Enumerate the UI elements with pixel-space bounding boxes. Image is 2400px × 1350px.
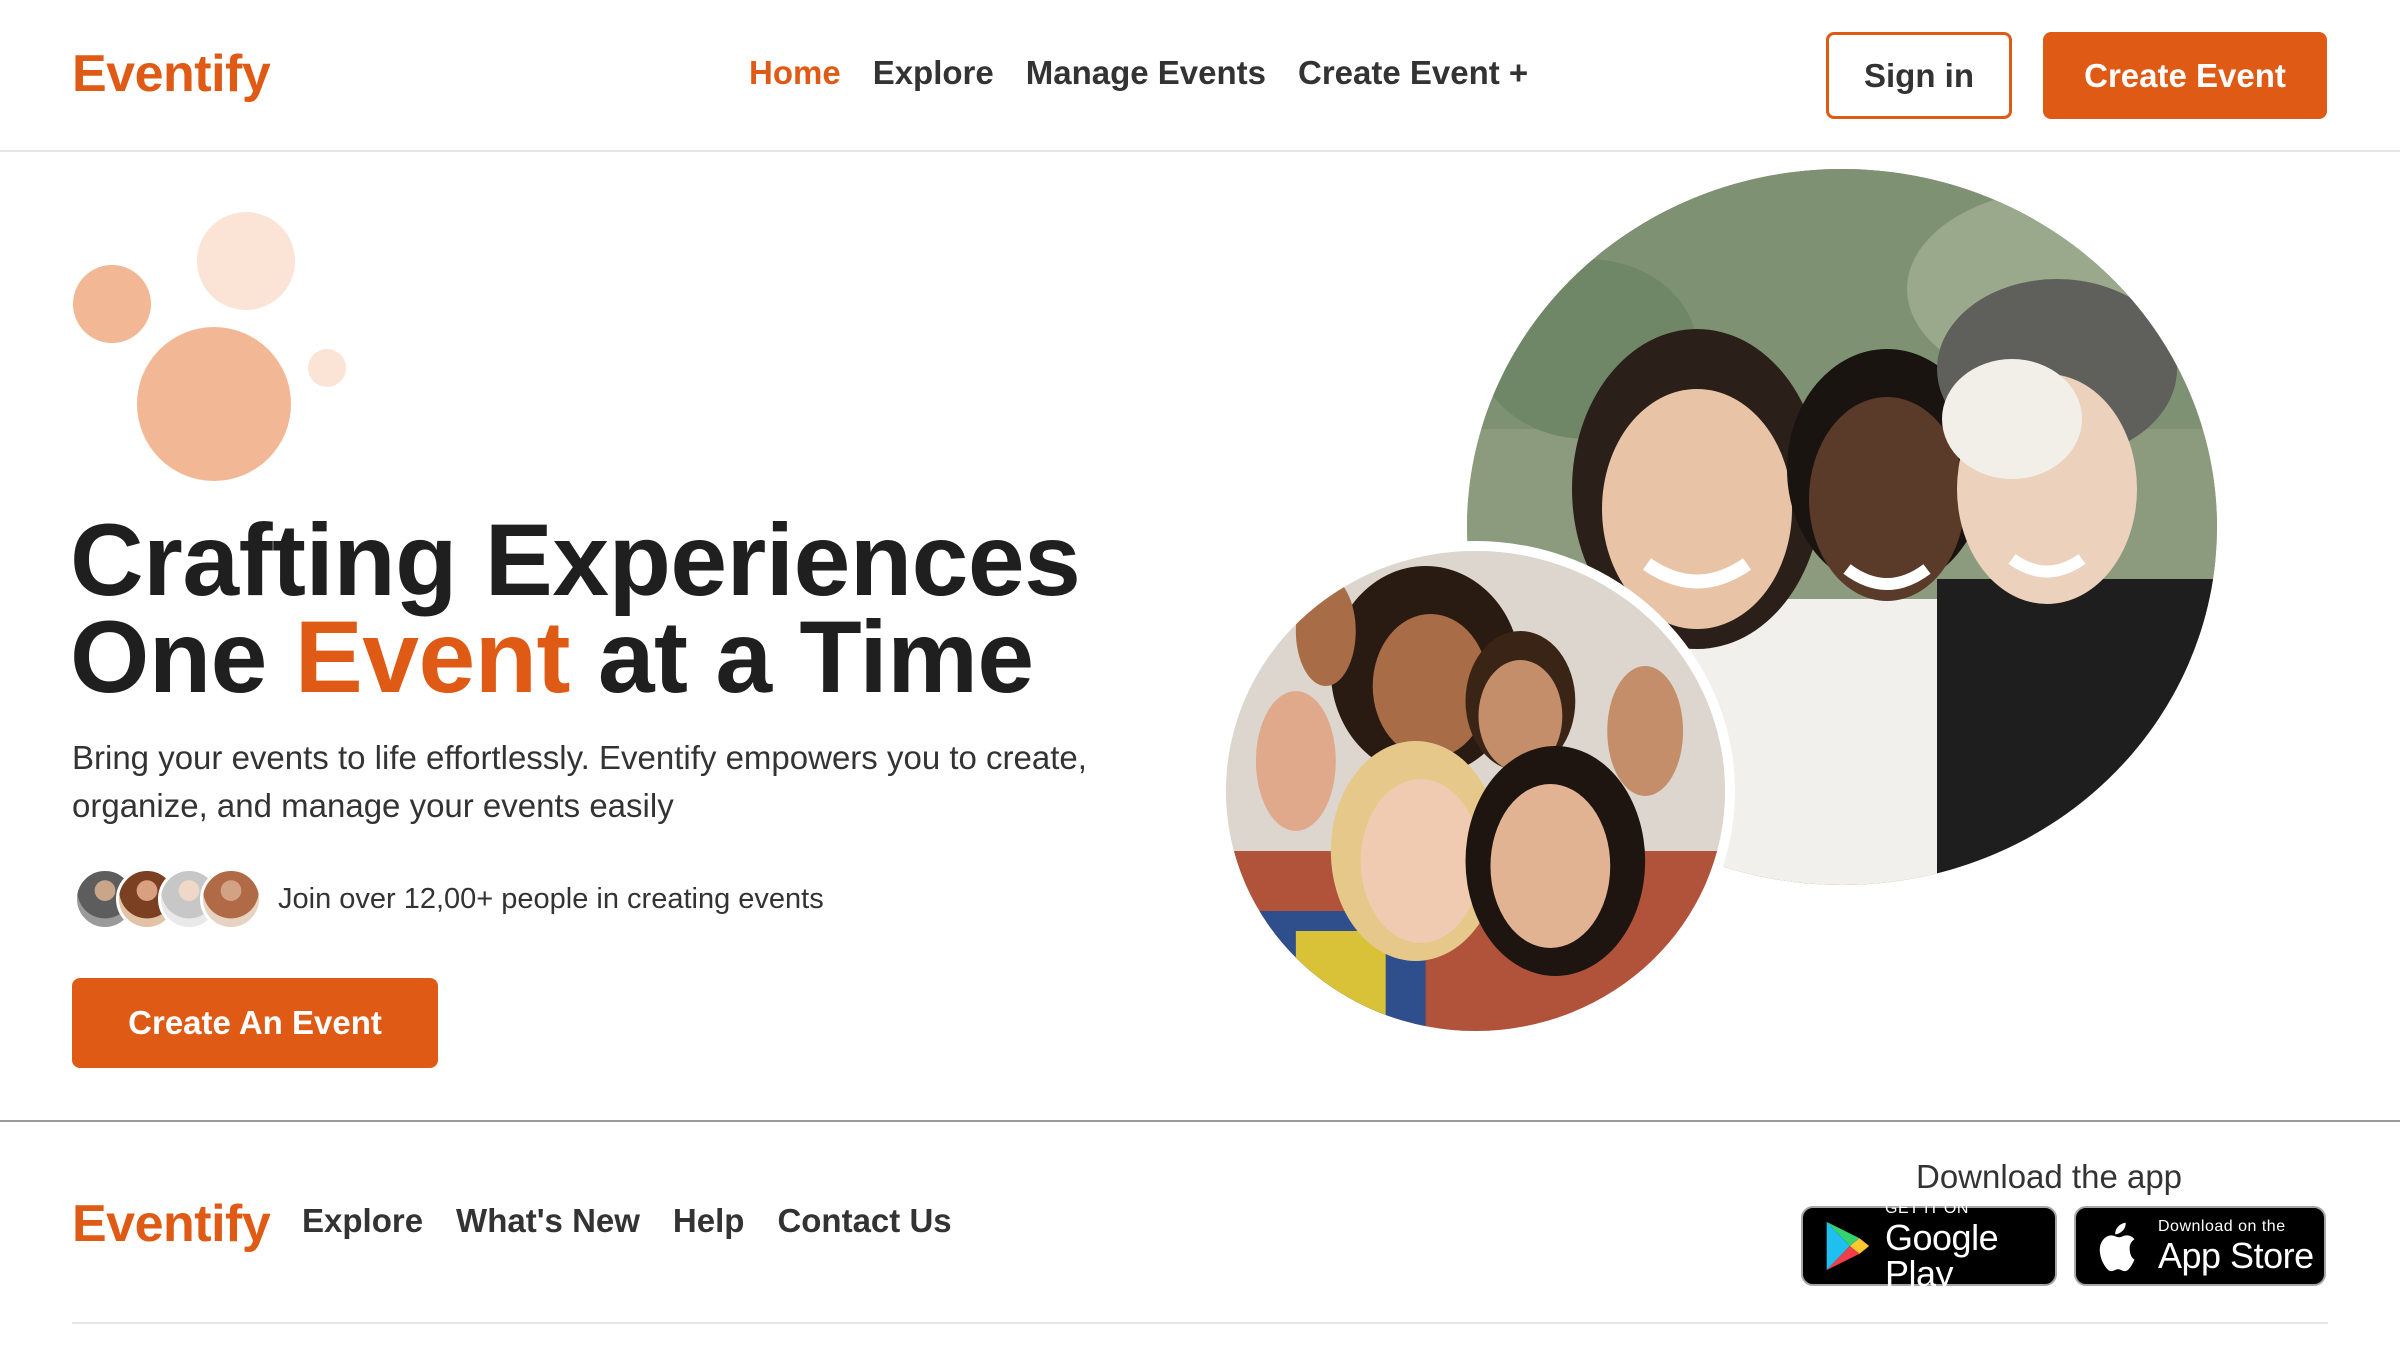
google-play-badge[interactable]: GET IT ON Google Play: [1801, 1200, 2057, 1291]
download-app-label: Download the app: [1916, 1158, 2183, 1195]
footer-link-contact-us[interactable]: Contact Us: [777, 1202, 951, 1240]
app-store-big-text: App Store: [2158, 1234, 2314, 1276]
top-header: Eventify Home Explore Manage Events Crea…: [0, 0, 2400, 152]
footer-link-help[interactable]: Help: [673, 1202, 745, 1240]
brand-logo[interactable]: Eventify: [72, 44, 271, 104]
avatar: [200, 868, 262, 930]
section-divider: [0, 1120, 2400, 1122]
hero-subtitle: Bring your events to life effortlessly. …: [72, 739, 1087, 824]
decor-bubble: [137, 327, 291, 481]
hero-title-accent: Event: [294, 600, 571, 714]
google-play-icon: [1826, 1221, 1870, 1271]
footer-link-explore[interactable]: Explore: [302, 1202, 423, 1240]
social-proof-text: Join over 12,00+ people in creating even…: [278, 882, 824, 915]
nav-home[interactable]: Home: [749, 54, 841, 92]
social-proof: Join over 12,00+ people in creating even…: [74, 866, 824, 932]
decor-bubble: [197, 212, 295, 310]
sign-in-button[interactable]: Sign in: [1826, 32, 2012, 119]
nav-manage-events[interactable]: Manage Events: [1026, 54, 1266, 92]
decor-bubble: [73, 265, 151, 343]
app-store-text: Download on the App Store: [2158, 1217, 2314, 1276]
create-event-button[interactable]: Create Event: [2043, 32, 2327, 119]
google-play-small-text: GET IT ON: [1885, 1199, 1969, 1217]
hero-title-line2-end: at a Time: [569, 600, 1034, 714]
google-play-text: GET IT ON Google Play: [1885, 1199, 2055, 1294]
hero-photo-group: [1216, 541, 1735, 1041]
app-store-small-text: Download on the: [2158, 1217, 2286, 1235]
footer-nav: Explore What's New Help Contact Us: [302, 1202, 985, 1240]
avatar-stack: [74, 868, 262, 930]
nav-create-event[interactable]: Create Event +: [1298, 54, 1528, 92]
apple-icon: [2099, 1222, 2135, 1272]
footer-link-whats-new[interactable]: What's New: [456, 1202, 640, 1240]
hero-title: Crafting Experiences One Event at a Time: [70, 509, 1220, 708]
nav-explore[interactable]: Explore: [873, 54, 994, 92]
hero-title-line2-start: One: [70, 600, 295, 714]
create-an-event-button[interactable]: Create An Event: [72, 978, 438, 1068]
footer-logo[interactable]: Eventify: [72, 1194, 271, 1254]
main-nav: Home Explore Manage Events Create Event …: [749, 54, 1560, 92]
decor-bubble: [308, 349, 346, 387]
google-play-big-text: Google Play: [1885, 1216, 1999, 1294]
app-store-badge[interactable]: Download on the App Store: [2074, 1206, 2326, 1286]
landing-page: Eventify Home Explore Manage Events Crea…: [0, 0, 2400, 1350]
footer-divider: [72, 1322, 2328, 1324]
